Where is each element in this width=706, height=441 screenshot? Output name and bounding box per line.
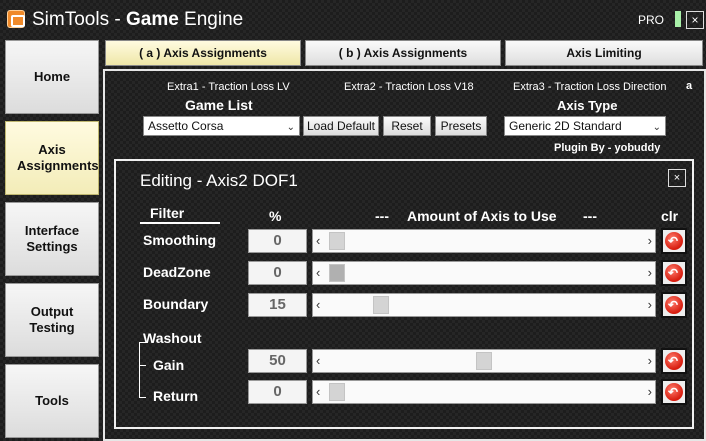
smoothing-label: Smoothing bbox=[143, 232, 217, 248]
chevron-down-icon: ⌄ bbox=[652, 122, 661, 133]
reset-button[interactable]: Reset bbox=[383, 116, 431, 136]
boundary-value-input[interactable]: 15 bbox=[248, 293, 307, 317]
sidebar-item-label: Output Testing bbox=[29, 304, 75, 335]
amount-header: Amount of Axis to Use bbox=[407, 208, 557, 224]
bracket-tick bbox=[139, 365, 146, 366]
return-label: Return bbox=[153, 388, 199, 404]
title-bar: SimTools - Game Engine PRO × bbox=[0, 0, 706, 38]
scroll-right-icon[interactable]: › bbox=[648, 297, 652, 312]
sidebar-item-label: Interface Settings bbox=[24, 223, 80, 254]
scroll-left-icon[interactable]: ‹ bbox=[316, 297, 320, 312]
extra-flag: a bbox=[686, 80, 693, 92]
extra1-label: Extra1 - Traction Loss LV bbox=[167, 81, 290, 93]
scroll-right-icon[interactable]: › bbox=[648, 233, 652, 248]
scroll-left-icon[interactable]: ‹ bbox=[316, 384, 320, 399]
chevron-down-icon: ⌄ bbox=[286, 122, 295, 133]
return-clear-button[interactable] bbox=[661, 379, 687, 405]
scroll-right-icon[interactable]: › bbox=[648, 353, 652, 368]
deadzone-slider[interactable]: ‹ › bbox=[312, 261, 656, 285]
deadzone-value-input[interactable]: 0 bbox=[248, 261, 307, 285]
sidebar-item-label: Axis Assignments bbox=[17, 142, 99, 173]
amount-dash-left: --- bbox=[375, 208, 389, 224]
tab-label: ( b ) Axis Assignments bbox=[338, 46, 468, 60]
reset-icon bbox=[665, 264, 683, 282]
slider-thumb[interactable] bbox=[329, 232, 345, 250]
axis-type-select[interactable]: Generic 2D Standard ⌄ bbox=[504, 116, 666, 136]
scroll-right-icon[interactable]: › bbox=[648, 265, 652, 280]
boundary-label: Boundary bbox=[143, 296, 209, 312]
washout-bracket bbox=[139, 342, 147, 398]
return-slider[interactable]: ‹ › bbox=[312, 380, 656, 404]
slider-thumb[interactable] bbox=[373, 296, 390, 314]
reset-icon bbox=[665, 296, 683, 314]
close-editor-button[interactable]: × bbox=[668, 169, 686, 187]
pro-indicator bbox=[675, 11, 681, 27]
gain-clear-button[interactable] bbox=[661, 348, 687, 374]
reset-icon bbox=[665, 383, 683, 401]
game-list-value: Assetto Corsa bbox=[148, 119, 224, 133]
tab-axis-assignments-a[interactable]: ( a ) Axis Assignments bbox=[105, 40, 301, 66]
amount-dash-right: --- bbox=[583, 208, 597, 224]
sidebar-item-label: Tools bbox=[35, 393, 69, 408]
pro-label: PRO bbox=[638, 13, 665, 27]
smoothing-clear-button[interactable] bbox=[661, 228, 687, 254]
filter-header: Filter bbox=[150, 205, 185, 221]
sidebar-item-interface-settings[interactable]: Interface Settings bbox=[5, 202, 99, 276]
slider-thumb[interactable] bbox=[329, 264, 345, 282]
boundary-slider[interactable]: ‹ › bbox=[312, 293, 656, 317]
washout-label: Washout bbox=[143, 330, 202, 346]
gain-slider[interactable]: ‹ › bbox=[312, 349, 656, 373]
sidebar-item-label: Home bbox=[33, 69, 71, 84]
scroll-left-icon[interactable]: ‹ bbox=[316, 353, 320, 368]
sidebar-item-home[interactable]: Home bbox=[5, 40, 99, 114]
extra2-label: Extra2 - Traction Loss V18 bbox=[344, 81, 474, 93]
scroll-left-icon[interactable]: ‹ bbox=[316, 265, 320, 280]
app-window: SimTools - Game Engine PRO × Home Axis A… bbox=[0, 0, 706, 441]
presets-button[interactable]: Presets bbox=[435, 116, 487, 136]
editor-title: Editing - Axis2 DOF1 bbox=[140, 171, 298, 190]
filter-underline bbox=[140, 222, 220, 224]
sidebar-item-tools[interactable]: Tools bbox=[5, 364, 99, 438]
percent-header: % bbox=[269, 208, 282, 224]
tab-label: Axis Limiting bbox=[566, 46, 642, 60]
tab-axis-assignments-b[interactable]: ( b ) Axis Assignments bbox=[305, 40, 501, 66]
plugin-author: Plugin By - yobuddy bbox=[554, 142, 661, 154]
reset-icon bbox=[665, 352, 683, 370]
close-window-button[interactable]: × bbox=[686, 11, 704, 29]
tab-axis-limiting[interactable]: Axis Limiting bbox=[505, 40, 703, 66]
axis-type-value: Generic 2D Standard bbox=[509, 119, 622, 133]
window-title: SimTools - Game Engine bbox=[32, 9, 244, 30]
sidebar-item-axis-assignments[interactable]: Axis Assignments bbox=[5, 121, 99, 195]
smoothing-slider[interactable]: ‹ › bbox=[312, 229, 656, 253]
return-value-input[interactable]: 0 bbox=[248, 380, 307, 404]
boundary-clear-button[interactable] bbox=[661, 292, 687, 318]
extra3-label: Extra3 - Traction Loss Direction bbox=[513, 81, 667, 93]
scroll-right-icon[interactable]: › bbox=[648, 384, 652, 399]
clr-header: clr bbox=[661, 208, 679, 224]
reset-icon bbox=[665, 232, 683, 250]
load-default-button[interactable]: Load Default bbox=[303, 116, 379, 136]
app-icon bbox=[7, 10, 25, 28]
tab-label: ( a ) Axis Assignments bbox=[139, 46, 267, 60]
axis-type-heading: Axis Type bbox=[557, 98, 618, 113]
slider-thumb[interactable] bbox=[476, 352, 492, 370]
deadzone-clear-button[interactable] bbox=[661, 260, 687, 286]
slider-thumb[interactable] bbox=[329, 383, 345, 401]
scroll-left-icon[interactable]: ‹ bbox=[316, 233, 320, 248]
game-list-heading: Game List bbox=[185, 97, 253, 113]
game-list-select[interactable]: Assetto Corsa ⌄ bbox=[143, 116, 300, 136]
gain-label: Gain bbox=[153, 357, 185, 373]
deadzone-label: DeadZone bbox=[143, 264, 211, 280]
sidebar-item-output-testing[interactable]: Output Testing bbox=[5, 283, 99, 357]
axis-editor-panel: Editing - Axis2 DOF1 × Filter % --- Amou… bbox=[114, 159, 694, 429]
smoothing-value-input[interactable]: 0 bbox=[248, 229, 307, 253]
gain-value-input[interactable]: 50 bbox=[248, 349, 307, 373]
bracket-tick bbox=[139, 397, 146, 398]
